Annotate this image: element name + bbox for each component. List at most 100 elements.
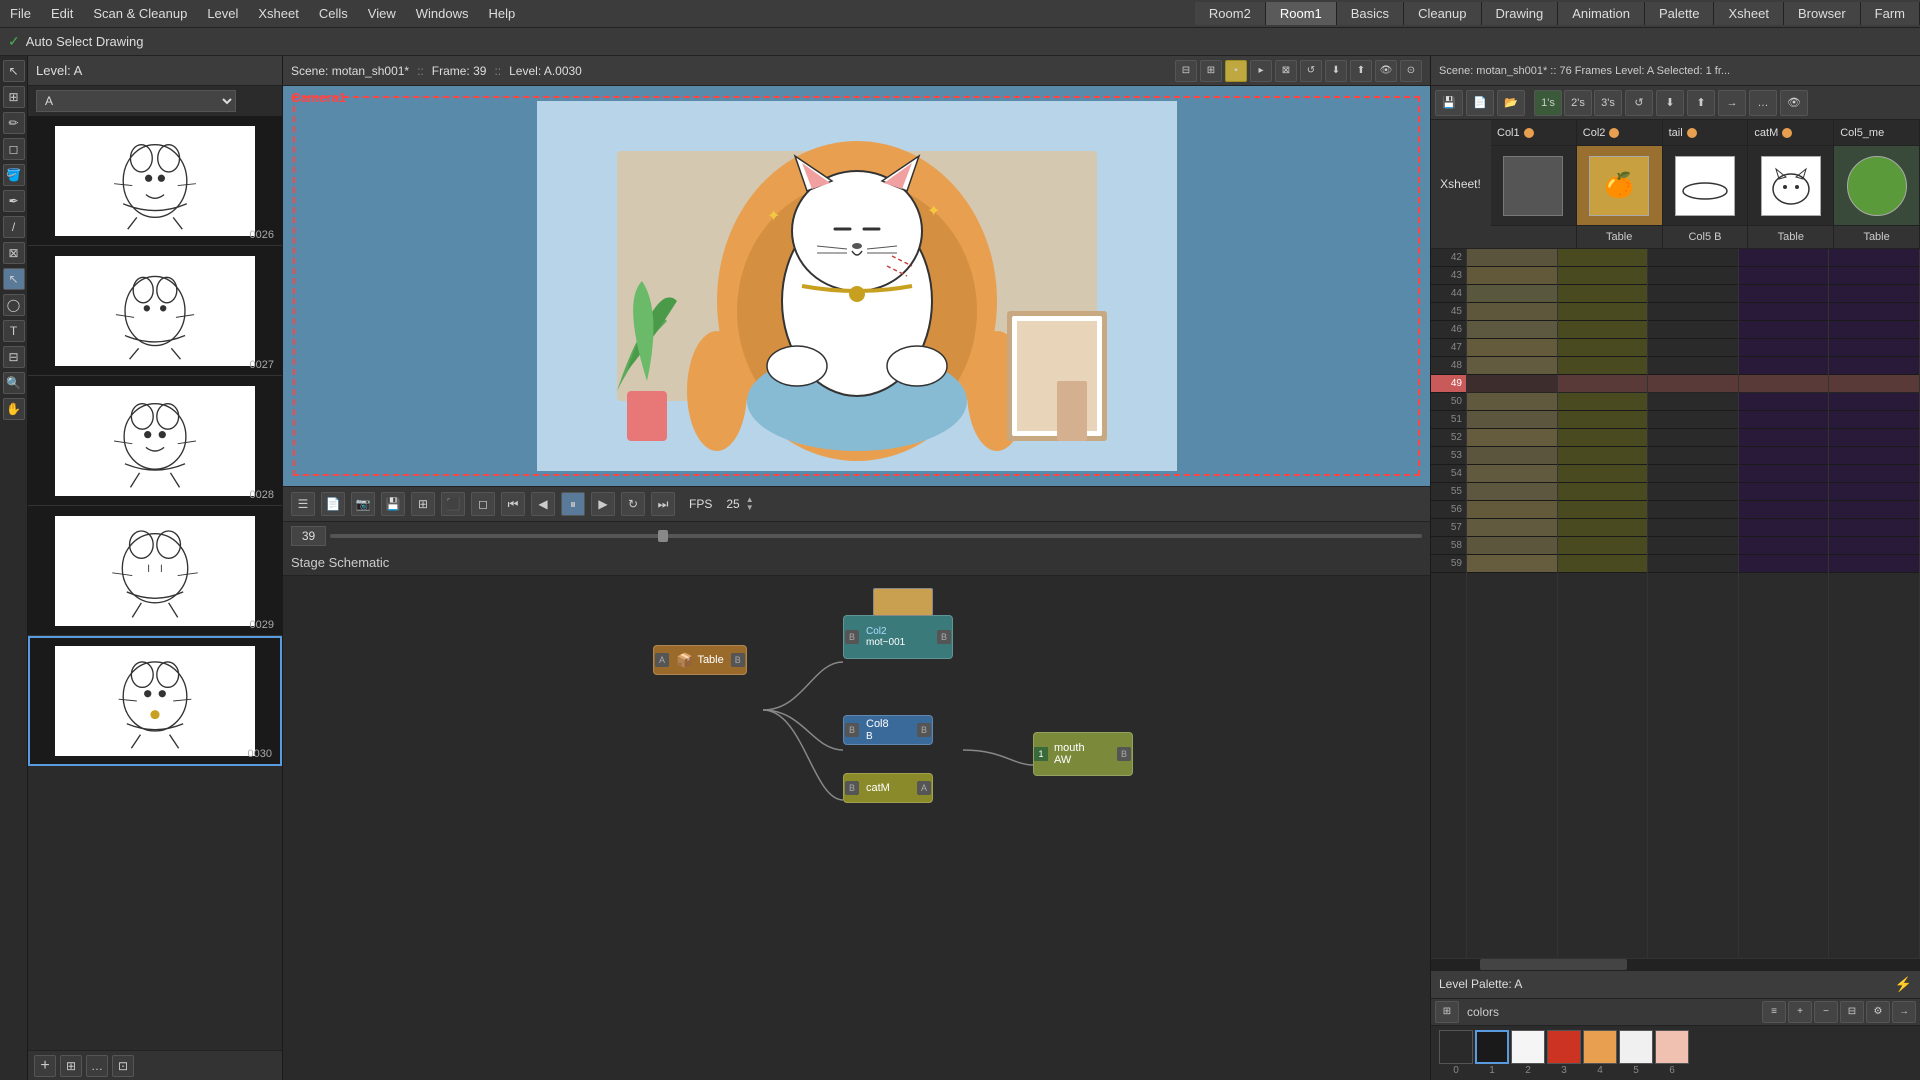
tool-zoom[interactable]: 🔍 <box>3 372 25 394</box>
swatch-5[interactable] <box>1619 1030 1653 1064</box>
frame-number-input[interactable] <box>291 526 326 546</box>
pb-safe-btn[interactable]: ◻ <box>471 492 495 516</box>
cell-col5me-47[interactable] <box>1829 339 1919 357</box>
pb-new-btn[interactable]: 📄 <box>321 492 345 516</box>
swatch-2[interactable] <box>1511 1030 1545 1064</box>
cell-tail-48[interactable] <box>1648 357 1738 375</box>
cell-col2-59[interactable] <box>1558 555 1648 573</box>
pb-rewind-btn[interactable]: ⏮ <box>501 492 525 516</box>
cell-col2-47[interactable] <box>1558 339 1648 357</box>
thumbnail-item-0029[interactable]: 0029 <box>28 506 282 636</box>
xs-export-btn[interactable]: ⬇ <box>1656 90 1684 116</box>
node-mouth-port-b[interactable]: B <box>1117 747 1131 761</box>
tool-cursor[interactable]: ↖ <box>3 268 25 290</box>
swatch-1[interactable] <box>1475 1030 1509 1064</box>
cell-col5me-56[interactable] <box>1829 501 1919 519</box>
cell-col2-52[interactable] <box>1558 429 1648 447</box>
cell-tail-45[interactable] <box>1648 303 1738 321</box>
cell-tail-44[interactable] <box>1648 285 1738 303</box>
cell-col1-44[interactable] <box>1467 285 1557 303</box>
cell-catm-54[interactable] <box>1739 465 1829 483</box>
xs-import-btn[interactable]: ⬆ <box>1687 90 1715 116</box>
thumbnail-item-0026[interactable]: 0026 <box>28 116 282 246</box>
cell-tail-42[interactable] <box>1648 249 1738 267</box>
cell-col1-47[interactable] <box>1467 339 1557 357</box>
cell-col1-54[interactable] <box>1467 465 1557 483</box>
xs-speed-1s[interactable]: 1's <box>1534 90 1562 116</box>
cell-tail-58[interactable] <box>1648 537 1738 555</box>
cell-col5me-48[interactable] <box>1829 357 1919 375</box>
cell-col1-42[interactable] <box>1467 249 1557 267</box>
cell-col5me-43[interactable] <box>1829 267 1919 285</box>
xsheet-hscrollbar-thumb[interactable] <box>1480 959 1627 970</box>
xsheet-label-btn[interactable]: Xsheet! <box>1431 120 1491 248</box>
node-table[interactable]: A 📦 Table B <box>653 645 747 675</box>
cell-col1-55[interactable] <box>1467 483 1557 501</box>
cell-col5me-59[interactable] <box>1829 555 1919 573</box>
tb-icon-1[interactable]: ⊟ <box>1175 60 1197 82</box>
pb-save-btn[interactable]: 💾 <box>381 492 405 516</box>
pb-prev-btn[interactable]: ◀ <box>531 492 555 516</box>
palette-swatch-6[interactable]: 6 <box>1655 1030 1689 1076</box>
cell-tail-56[interactable] <box>1648 501 1738 519</box>
cell-col2-53[interactable] <box>1558 447 1648 465</box>
cell-col1-45[interactable] <box>1467 303 1557 321</box>
cell-col5me-55[interactable] <box>1829 483 1919 501</box>
menu-xsheet[interactable]: Xsheet <box>248 2 308 25</box>
menu-file[interactable]: File <box>0 2 41 25</box>
palette-swatch-3[interactable]: 3 <box>1547 1030 1581 1076</box>
cell-catm-44[interactable] <box>1739 285 1829 303</box>
cell-col1-51[interactable] <box>1467 411 1557 429</box>
node-col2-port-b2[interactable]: B <box>937 630 951 644</box>
cell-tail-47[interactable] <box>1648 339 1738 357</box>
pal-arrow-btn[interactable]: → <box>1892 1001 1916 1023</box>
room-tab-basics[interactable]: Basics <box>1337 2 1404 25</box>
swatch-3[interactable] <box>1547 1030 1581 1064</box>
fps-arrows[interactable]: ▲ ▼ <box>746 496 754 512</box>
cell-tail-54[interactable] <box>1648 465 1738 483</box>
cell-col2-44[interactable] <box>1558 285 1648 303</box>
swatch-4[interactable] <box>1583 1030 1617 1064</box>
cell-col2-55[interactable] <box>1558 483 1648 501</box>
tool-tape[interactable]: ⊠ <box>3 242 25 264</box>
cell-col5me-49[interactable] <box>1829 375 1919 393</box>
cell-col2-46[interactable] <box>1558 321 1648 339</box>
cell-tail-52[interactable] <box>1648 429 1738 447</box>
cell-col2-51[interactable] <box>1558 411 1648 429</box>
node-catm-port-a[interactable]: A <box>917 781 931 795</box>
xsheet-hscrollbar[interactable] <box>1431 958 1920 970</box>
menu-cells[interactable]: Cells <box>309 2 358 25</box>
room-tab-palette[interactable]: Palette <box>1645 2 1714 25</box>
tb-icon-6[interactable]: ↺ <box>1300 60 1322 82</box>
node-col2-port-b[interactable]: B <box>845 630 859 644</box>
tool-hand[interactable]: ✋ <box>3 398 25 420</box>
room-tab-browser[interactable]: Browser <box>1784 2 1861 25</box>
tb-icon-5[interactable]: ⊠ <box>1275 60 1297 82</box>
cell-col1-50[interactable] <box>1467 393 1557 411</box>
pal-delete-btn[interactable]: − <box>1814 1001 1838 1023</box>
cell-catm-46[interactable] <box>1739 321 1829 339</box>
tb-icon-7[interactable]: ⬇ <box>1325 60 1347 82</box>
thumbnail-item-0030[interactable]: 0030 <box>28 636 282 766</box>
pb-end-btn[interactable]: ⏭ <box>651 492 675 516</box>
node-col2-mot[interactable]: B Col2 mot~001 B <box>843 615 953 659</box>
node-col8-port-b2[interactable]: B <box>917 723 931 737</box>
xs-speed-3s[interactable]: 3's <box>1594 90 1622 116</box>
level-settings-btn[interactable]: ⊡ <box>112 1055 134 1077</box>
cell-catm-43[interactable] <box>1739 267 1829 285</box>
level-add-btn[interactable]: + <box>34 1055 56 1077</box>
cell-col2-42[interactable] <box>1558 249 1648 267</box>
cell-col2-45[interactable] <box>1558 303 1648 321</box>
cell-col2-56[interactable] <box>1558 501 1648 519</box>
palette-swatch-5[interactable]: 5 <box>1619 1030 1653 1076</box>
level-select[interactable]: A <box>36 90 236 112</box>
cell-tail-55[interactable] <box>1648 483 1738 501</box>
tool-transform[interactable]: ⊞ <box>3 86 25 108</box>
cell-col2-48[interactable] <box>1558 357 1648 375</box>
xs-save-btn[interactable]: 💾 <box>1435 90 1463 116</box>
cell-tail-53[interactable] <box>1648 447 1738 465</box>
level-grid-btn[interactable]: ⊞ <box>60 1055 82 1077</box>
cell-col5me-51[interactable] <box>1829 411 1919 429</box>
tool-line[interactable]: / <box>3 216 25 238</box>
cell-col2-49[interactable] <box>1558 375 1648 393</box>
